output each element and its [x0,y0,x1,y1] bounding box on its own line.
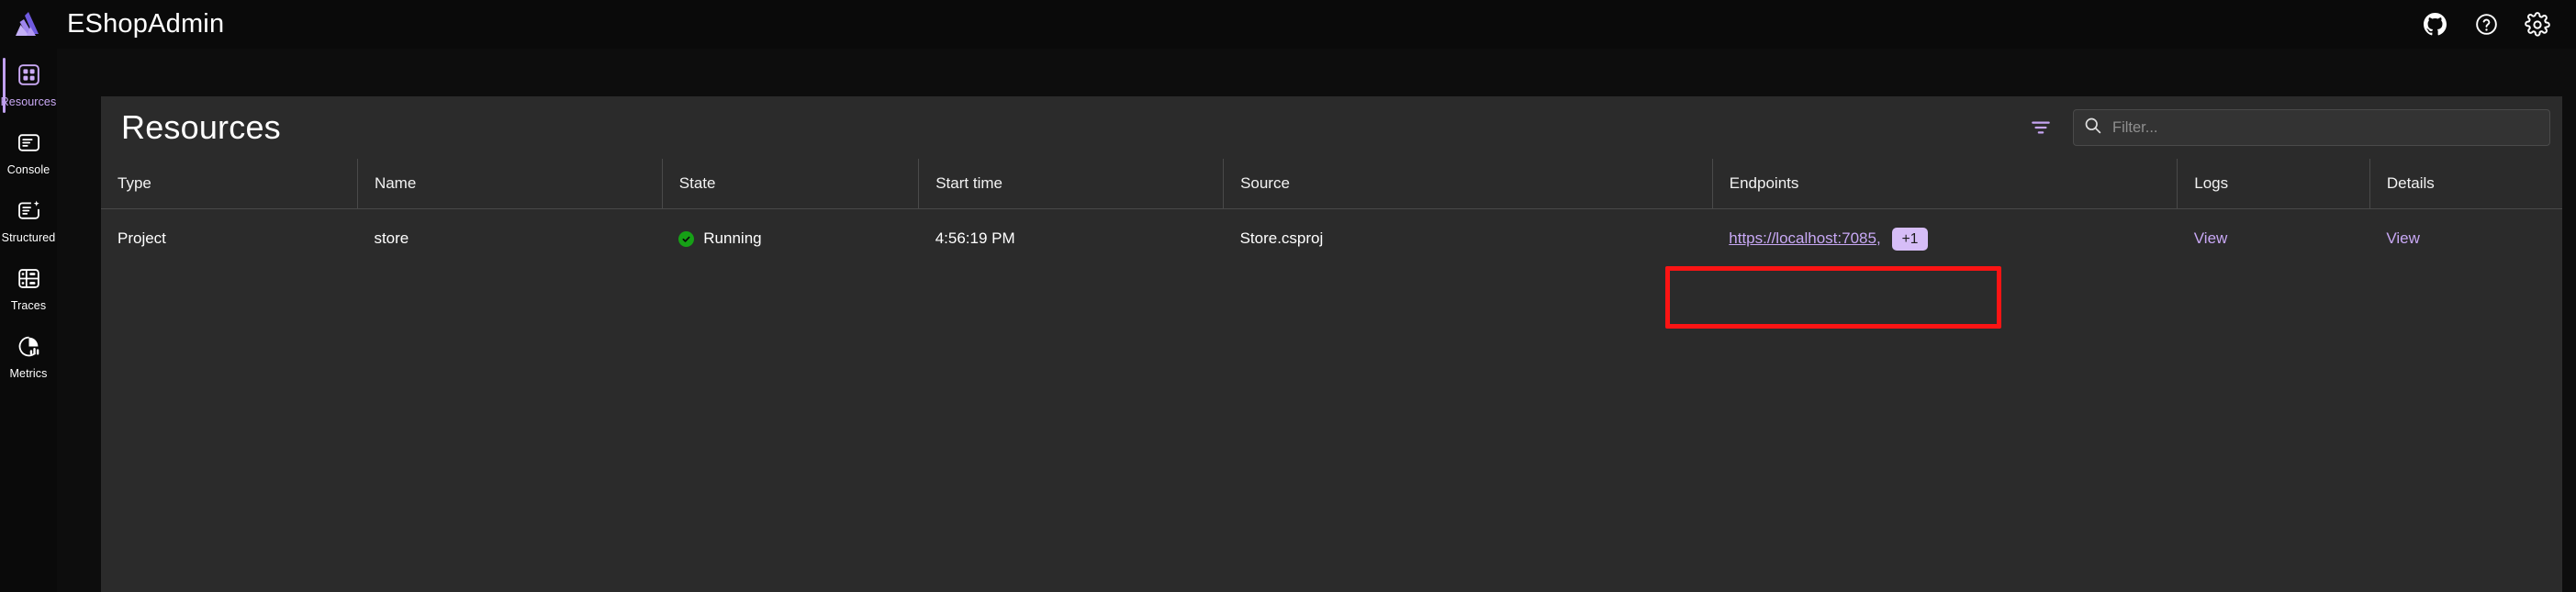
resources-panel: Resources Filter... Type Name State Star… [101,96,2562,592]
sidebar-item-structured[interactable]: Structured [0,188,57,254]
cell-source: Store.csproj [1239,229,1324,248]
logs-view-link[interactable]: View [2194,229,2228,247]
cell-logs: View [2178,208,2370,269]
sidebar-item-label: Console [6,163,50,176]
sidebar-item-label: Traces [10,299,47,312]
sidebar-item-resources[interactable]: Resources [0,52,57,118]
column-header-logs[interactable]: Logs [2177,159,2370,209]
settings-gear-icon[interactable] [2519,6,2556,43]
cell-state: Running [662,208,918,269]
github-icon[interactable] [2416,6,2453,43]
search-input-wrapper[interactable] [2073,109,2550,146]
column-header-state[interactable]: State [661,159,919,209]
sidebar-item-console[interactable]: Console [0,120,57,186]
search-icon [2083,116,2102,140]
search-input[interactable] [2112,118,2540,137]
app-title: EShopAdmin [67,9,225,39]
cell-details: View [2369,208,2562,269]
sidebar-item-label: Metrics [9,367,48,380]
top-header-bar: EShopAdmin [0,0,2576,49]
header-icon-group [2416,6,2576,43]
details-view-link[interactable]: View [2386,229,2420,247]
column-header-start-time[interactable]: Start time [918,159,1224,209]
metrics-pie-icon [17,334,41,363]
column-header-name[interactable]: Name [356,159,663,209]
cell-name: store [374,229,409,248]
console-lines-icon [17,130,41,160]
column-header-endpoints[interactable]: Endpoints [1711,159,2178,209]
state-label: Running [703,229,762,248]
grid-squares-icon [17,62,41,92]
table-row[interactable]: Project store Running 4:56:19 PM Store.c… [101,208,2562,269]
running-check-icon [678,230,695,247]
column-header-type[interactable]: Type [101,159,358,209]
cell-start-time: 4:56:19 PM [935,229,1015,248]
endpoint-link[interactable]: https://localhost:7085 [1729,229,1876,248]
resources-table: Type Name State Start time Source Endpoi… [101,159,2562,269]
structured-logs-icon [17,198,41,228]
sidebar-item-label: Resources [0,95,57,108]
sidebar-item-traces[interactable]: Traces [0,256,57,322]
traces-icon [17,266,41,296]
column-header-details[interactable]: Details [2369,159,2562,209]
filter-funnel-icon[interactable] [2025,112,2056,143]
table-body: Project store Running 4:56:19 PM Store.c… [101,208,2562,269]
help-question-icon[interactable] [2468,6,2504,43]
page-title: Resources [121,108,281,146]
cell-type: Project [118,229,166,248]
toolbar [2025,109,2550,146]
sidebar-item-metrics[interactable]: Metrics [0,324,57,390]
sidebar-nav: Resources Console Structured Traces Metr… [0,49,57,592]
aspire-logo-icon[interactable] [0,0,57,49]
table-header-row: Type Name State Start time Source Endpoi… [101,159,2562,209]
endpoint-separator: , [1876,229,1881,248]
cell-endpoints: https://localhost:7085, +1 [1712,208,2178,269]
column-header-source[interactable]: Source [1223,159,1713,209]
endpoint-more-badge[interactable]: +1 [1891,227,1929,251]
app-root: EShopAdmin Resources Console Structured … [0,0,2576,592]
sidebar-item-label: Structured [1,231,56,244]
page-header: Resources [101,96,2562,159]
table-header: Type Name State Start time Source Endpoi… [101,159,2562,209]
